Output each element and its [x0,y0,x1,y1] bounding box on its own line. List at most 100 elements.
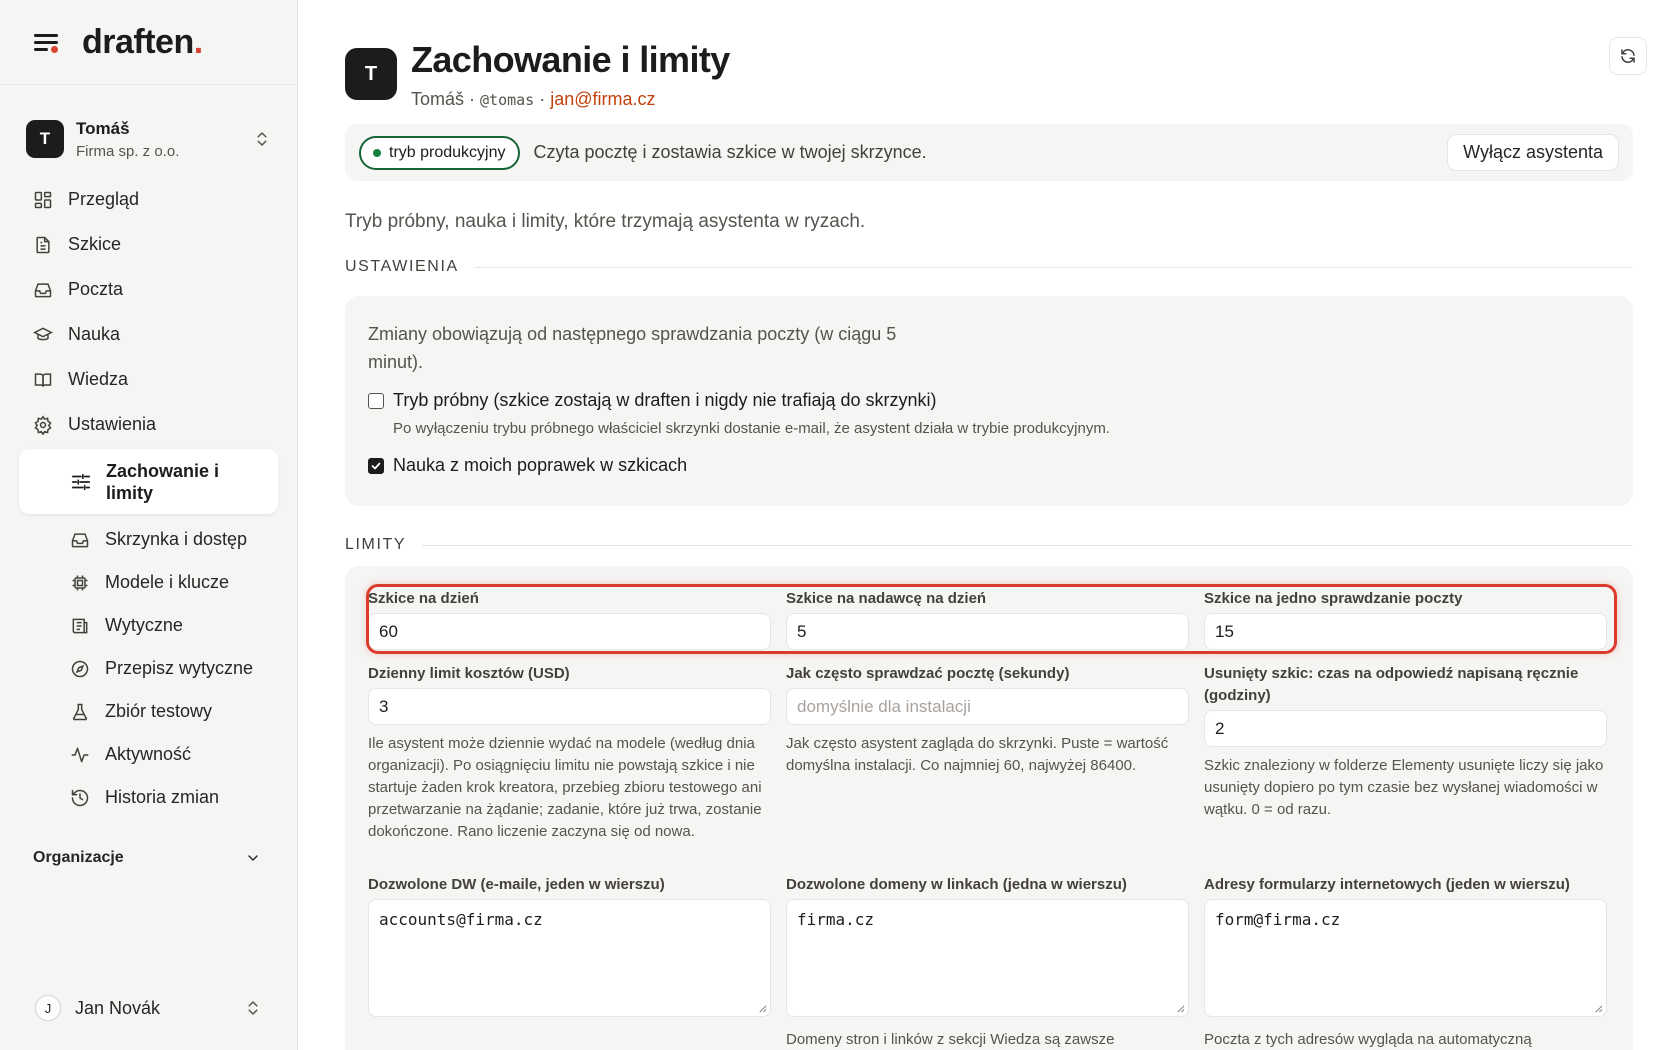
gear-icon [34,414,52,435]
status-dot [373,148,381,157]
account-org: Firma sp. z o.o. [76,142,180,160]
nav-label: Wiedza [68,369,129,389]
separator: · [534,89,551,109]
owner-email[interactable]: jan@firma.cz [550,89,655,109]
sub-item-modele[interactable]: Modele i klucze [0,561,297,604]
daily-cost-field: Dzienny limit kosztów (USD) 3 Ile asyste… [368,663,771,843]
separator: · [464,89,481,109]
resize-grip-icon[interactable] [1594,1004,1603,1013]
drafts-per-check-input[interactable]: 15 [1204,613,1607,650]
textarea-value: form@firma.cz [1215,910,1341,929]
deleted-draft-field: Usunięty szkic: czas na odpowiedź napisa… [1204,663,1607,821]
user-menu[interactable]: J Jan Novák [0,986,298,1030]
account-switcher[interactable]: T Tomáš Firma sp. z o.o. [0,117,297,161]
nav-label: Ustawienia [68,414,157,434]
header-avatar: T [345,48,397,100]
sub-item-zbior[interactable]: Zbiór testowy [0,690,297,733]
sub-item-zachowanie-active[interactable]: Zachowanie i limity [19,449,278,514]
owner-name: Tomáš [411,89,465,109]
user-avatar: J [35,995,61,1021]
chevron-up-down-icon [257,132,267,146]
disable-assistant-button[interactable]: Wyłącz asystenta [1447,134,1619,171]
history-icon [71,789,89,806]
section-settings-heading: USTAWIENIA [345,258,1633,276]
form-addresses-field: Adresy formularzy internetowych (jeden w… [1204,874,1607,1050]
inbox-icon [34,282,52,297]
logo[interactable]: draften. [82,23,203,62]
compass-icon [71,660,89,677]
drafts-per-day-input[interactable]: 60 [368,613,771,650]
sub-item-label: Skrzynka i dostęp [105,529,248,549]
page-title: Zachowanie i limity [411,39,730,80]
sub-item-label: Historia zmian [105,787,220,807]
check-interval-input[interactable]: domyślnie dla instalacji [786,688,1189,725]
status-text: Czyta pocztę i zostawia szkice w twojej … [533,142,927,162]
textarea-value: firma.cz [797,910,875,929]
organizations-toggle[interactable]: Organizacje [0,843,297,873]
status-badge: tryb produkcyjny [359,135,520,170]
field-help: Jak często asystent zagląda do skrzynki.… [786,735,1169,774]
sub-item-label: Przepisz wytyczne [105,658,254,678]
owner-handle: @tomas [480,91,535,109]
organizations-label: Organizacje [33,849,124,866]
form-addresses-textarea[interactable]: form@firma.cz [1204,899,1607,1017]
resize-grip-icon[interactable] [1176,1004,1185,1013]
nav-item-ustawienia[interactable]: Ustawienia [0,402,297,447]
nav-item-nauka[interactable]: Nauka [0,312,297,357]
learning-row[interactable]: Nauka z moich poprawek w szkicach [368,455,1610,476]
section-label: USTAWIENIA [345,258,459,275]
sub-item-label: Aktywność [105,744,192,764]
menu-icon[interactable] [32,30,60,54]
sub-item-label: Wytyczne [105,615,183,635]
status-bar: tryb produkcyjny Czyta pocztę i zostawia… [345,124,1633,181]
check-interval-field: Jak często sprawdzać pocztę (sekundy) do… [786,663,1189,777]
sub-item-skrzynka[interactable]: Skrzynka i dostęp [0,518,297,561]
allowed-cc-field: Dozwolone DW (e-maile, jeden w wierszu) … [368,874,771,1017]
status-badge-label: tryb produkcyjny [389,143,506,161]
resize-grip-icon[interactable] [758,1004,767,1013]
allowed-domains-field: Dozwolone domeny w linkach (jedna w wier… [786,874,1189,1050]
activity-icon [71,747,89,762]
drafts-per-sender-field: Szkice na nadawcę na dzień 5 [786,588,1189,650]
nav-item-wiedza[interactable]: Wiedza [0,357,297,402]
nav-item-szkice[interactable]: Szkice [0,222,297,267]
brand-row: draften. [0,0,297,85]
account-avatar: T [26,120,64,158]
allowed-cc-textarea[interactable]: accounts@firma.cz [368,899,771,1017]
dashboard-icon [34,191,52,208]
refresh-icon [1621,49,1635,63]
textarea-value: accounts@firma.cz [379,910,543,929]
sub-item-label: Modele i klucze [105,572,230,592]
nav-item-poczta[interactable]: Poczta [0,267,297,312]
learning-checkbox[interactable] [368,457,384,474]
sub-item-wytyczne[interactable]: Wytyczne [0,604,297,647]
graduation-cap-icon [33,326,53,340]
trial-mode-checkbox[interactable] [368,392,384,409]
allowed-domains-textarea[interactable]: firma.cz [786,899,1189,1017]
field-label: Adresy formularzy internetowych (jeden w… [1204,876,1570,893]
limits-card: Szkice na dzień 60 Szkice na nadawcę na … [345,566,1633,1050]
learning-label: Nauka z moich poprawek w szkicach [393,455,688,475]
guidelines-icon [72,618,88,633]
drafts-per-sender-input[interactable]: 5 [786,613,1189,650]
settings-note: Zmiany obowiązują od następnego sprawdza… [368,324,897,372]
nav-label: Szkice [68,234,122,254]
field-label: Szkice na jedno sprawdzanie poczty [1204,590,1463,607]
field-label: Szkice na nadawcę na dzień [786,590,987,607]
settings-card: Zmiany obowiązują od następnego sprawdza… [345,296,1633,506]
sub-item-historia[interactable]: Historia zmian [0,776,297,819]
field-help: Ile asystent może dziennie wydać na mode… [368,735,762,840]
trial-mode-row[interactable]: Tryb próbny (szkice zostają w draften i … [368,390,1610,411]
sub-item-przepisz[interactable]: Przepisz wytyczne [0,647,297,690]
daily-cost-input[interactable]: 3 [368,688,771,725]
sub-item-aktywnosc[interactable]: Aktywność [0,733,297,776]
nav-label: Nauka [68,324,121,344]
deleted-draft-input[interactable]: 2 [1204,710,1607,747]
main-content: T Zachowanie i limity Tomáš · @tomas · j… [299,0,1680,1050]
refresh-button[interactable] [1609,37,1647,75]
sidebar: draften. T Tomáš Firma sp. z o.o. Przegl… [0,0,298,1050]
chevron-down-icon [248,855,258,861]
field-label: Szkice na dzień [368,590,479,607]
nav-item-przeglad[interactable]: Przegląd [0,177,297,222]
cpu-icon [72,575,88,590]
